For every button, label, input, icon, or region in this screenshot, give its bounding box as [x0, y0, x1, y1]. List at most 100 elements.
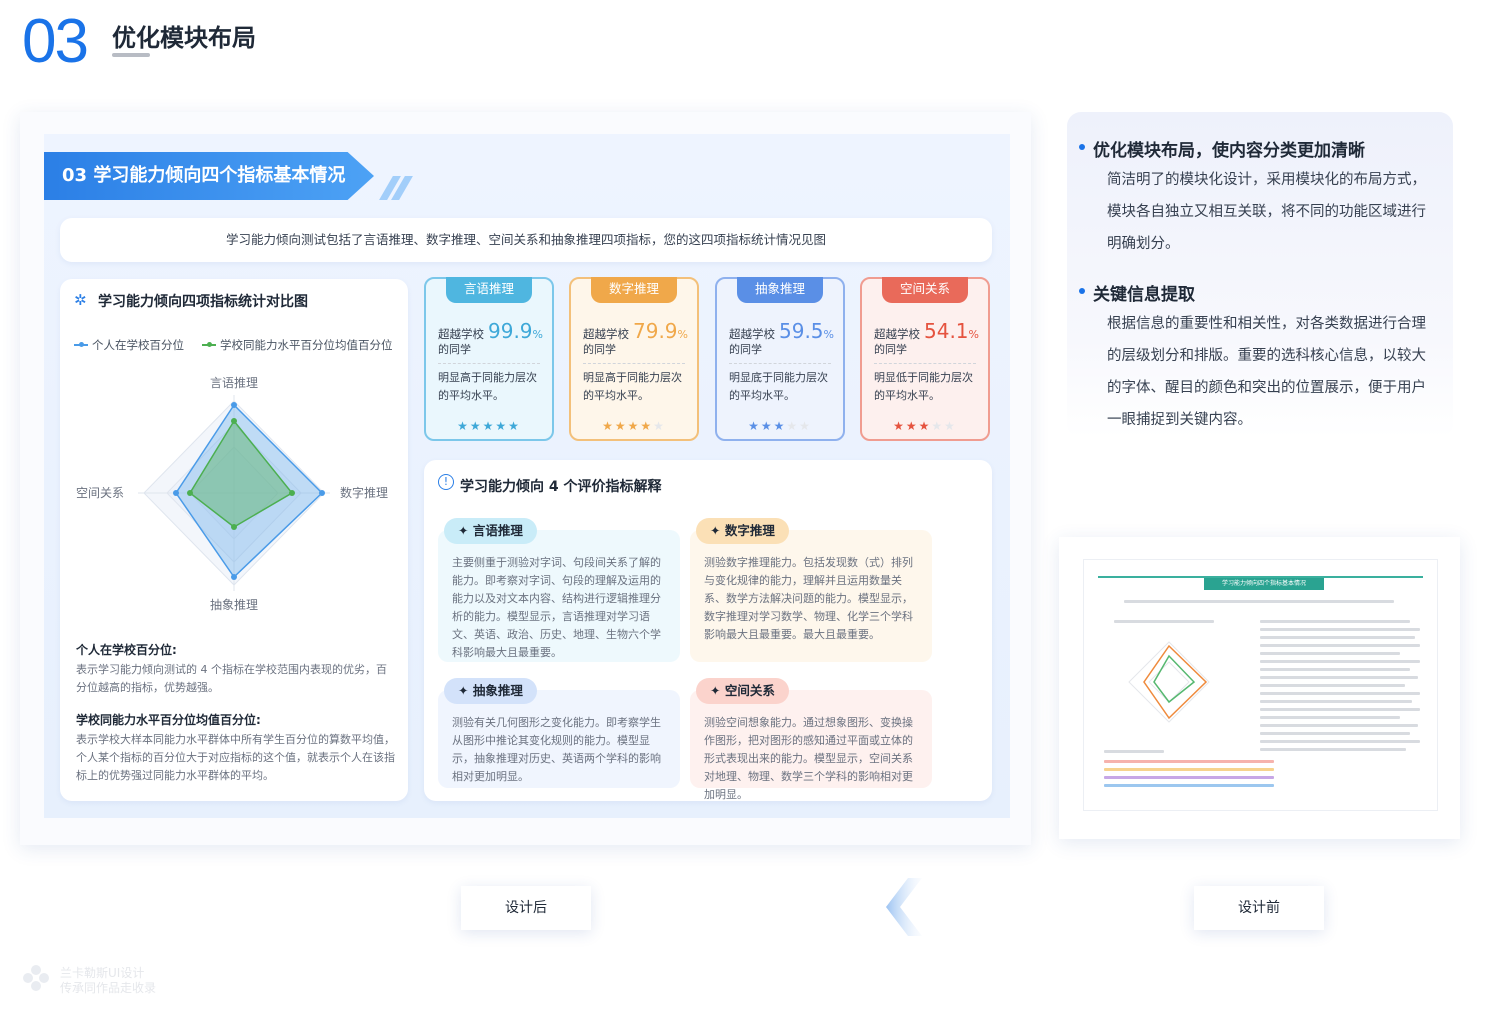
stat-desc: 明显底于同能力层次的平均水平。	[729, 371, 828, 402]
text-line	[1260, 748, 1406, 751]
star-rating: ★★★★★	[457, 419, 521, 433]
report-page: 03 学习能力倾向四个指标基本情况 学习能力倾向测试包括了言语推理、数字推理、空…	[44, 134, 1010, 818]
radar-grid	[1148, 661, 1190, 703]
radar-point	[289, 490, 295, 496]
explain-title: 学习能力倾向 4 个评价指标解释	[460, 479, 662, 495]
watermark-line: 传承同作品走收录	[60, 981, 157, 995]
text-line	[1260, 684, 1405, 687]
radar-axis-label: 言语推理	[210, 376, 258, 390]
text-line	[1104, 776, 1274, 779]
arrow-left-icon	[886, 878, 922, 936]
section-underline	[112, 53, 150, 57]
radar-point	[231, 418, 237, 424]
explain-tag: ✦ 空间关系	[696, 678, 789, 704]
explain-tag: ✦ 言语推理	[444, 518, 537, 544]
text-line	[1260, 620, 1410, 623]
stat-desc: 明显低于同能力层次的平均水平。	[874, 371, 973, 402]
bullet-text: 根据信息的重要性和相关性，对各类数据进行合理的层级划分和排版。重要的选科核心信息…	[1107, 316, 1426, 428]
stat-desc: 明显高于同能力层次的平均水平。	[438, 371, 537, 402]
explain-text: 测验空间想象能力。通过想象图形、变换操作图形，把对图形的感知通过平面或立体的形式…	[704, 716, 913, 801]
text-line	[1260, 676, 1418, 679]
star-rating: ★★★★★	[748, 419, 812, 433]
text-line	[1260, 716, 1400, 719]
report-banner: 03 学习能力倾向四个指标基本情况	[44, 152, 374, 200]
stat-sub: 的同学	[729, 343, 762, 356]
flower-logo-icon	[23, 965, 49, 991]
star-rating: ★★★★★	[893, 419, 957, 433]
radar-point	[187, 490, 193, 496]
stat-value: 54.1	[924, 319, 969, 343]
stat-tag: 数字推理	[591, 277, 677, 303]
compass-icon: ✲	[74, 291, 87, 309]
before-design-card: 学习能力倾向四个指标基本情况	[1059, 537, 1460, 839]
text-line	[1104, 750, 1164, 753]
desc-text: 表示学校大样本同能力水平群体中所有学生百分位的算数平均值，个人某个指标的百分位大…	[76, 733, 395, 782]
stat-card-abstract: 抽象推理 超越学校 59.5% 的同学 明显底于同能力层次的平均水平。 ★★★★★	[715, 277, 845, 441]
stat-school-line: 超越学校 59.5%	[729, 319, 834, 343]
stat-value: 99.9	[488, 319, 533, 343]
stat-sub: 的同学	[438, 343, 471, 356]
stat-sub: 的同学	[583, 343, 616, 356]
legend-label: 个人在学校百分位	[92, 338, 184, 352]
section-title: 优化模块布局	[112, 24, 256, 52]
before-title: 学习能力倾向四个指标基本情况	[1204, 578, 1324, 590]
stat-card-numerical: 数字推理 超越学校 79.9% 的同学 明显高于同能力层次的平均水平。 ★★★★★	[569, 277, 699, 441]
bullet-text: 简洁明了的模块化设计，采用模块化的布局方式，模块各自独立又相互关联，将不同的功能…	[1107, 172, 1426, 252]
explain-text: 主要侧重于测验对字词、句段间关系了解的能力。即考察对字词、句段的理解及运用的能力…	[452, 556, 661, 659]
explain-text: 测验有关几何图形之变化能力。即考察学生从图形中推论其变化规则的能力。模型显示，抽…	[452, 716, 661, 783]
text-line	[1104, 768, 1274, 771]
text-line	[1260, 708, 1420, 711]
stat-sub: 的同学	[874, 343, 907, 356]
explain-panel: ! 学习能力倾向 4 个评价指标解释 ✦ 言语推理 主要侧重于测验对字词、句段间…	[424, 460, 992, 801]
bullet-heading: 优化模块布局，使内容分类更加清晰	[1079, 136, 1365, 161]
text-line	[1260, 732, 1410, 735]
text-line	[1260, 644, 1420, 647]
desc-heading: 个人在学校百分位:	[76, 643, 177, 657]
stat-card-spatial: 空间关系 超越学校 54.1% 的同学 明显低于同能力层次的平均水平。 ★★★★★	[860, 277, 990, 441]
explain-text: 测验数字推理能力。包括发现数（式）排列与变化规律的能力，理解并且运用数量关系、数…	[704, 556, 913, 641]
radar-series	[1153, 654, 1196, 704]
text-line	[1260, 700, 1412, 703]
stat-card-verbal: 言语推理 超越学校 99.9% 的同学 明显高于同能力层次的平均水平。 ★★★★★	[424, 277, 554, 441]
watermark-text: 兰卡勒斯UI设计 传承同作品走收录	[60, 966, 190, 996]
radar-axis-label: 数字推理	[340, 485, 388, 500]
radar-legend: 个人在学校百分位 学校同能力水平百分位均值百分位	[74, 337, 393, 353]
radar-point	[231, 524, 237, 530]
stat-value: 79.9	[633, 319, 678, 343]
desc-heading: 学校同能力水平百分位均值百分位:	[76, 713, 261, 727]
radar-axis-label: 抽象推理	[210, 598, 258, 612]
before-report-thumbnail: 学习能力倾向四个指标基本情况	[1083, 559, 1438, 811]
radar-point	[173, 490, 179, 496]
stat-value: 59.5	[779, 319, 824, 343]
text-line	[1260, 652, 1400, 655]
divider	[729, 363, 831, 364]
bullet-heading: 关键信息提取	[1079, 280, 1195, 305]
text-line	[1260, 660, 1420, 663]
legend-label: 学校同能力水平百分位均值百分位	[220, 338, 393, 352]
intro-text: 学习能力倾向测试包括了言语推理、数字推理、空间关系和抽象推理四项指标，您的这四项…	[60, 218, 992, 262]
text-line	[1104, 784, 1274, 787]
desc-text: 表示学习能力倾向测试的 4 个指标在学校范围内表现的优劣，百分位越高的指标，优势…	[76, 663, 387, 694]
before-radar-chart	[1128, 641, 1210, 723]
radar-point	[231, 402, 237, 408]
text-line	[1124, 600, 1394, 603]
radar-title: 学习能力倾向四项指标统计对比图	[98, 294, 308, 310]
stat-desc: 明显高于同能力层次的平均水平。	[583, 371, 682, 402]
stat-school-line: 超越学校 99.9%	[438, 319, 543, 343]
stat-tag: 抽象推理	[737, 277, 823, 303]
legend-personal: 个人在学校百分位	[74, 337, 184, 353]
legend-school: 学校同能力水平百分位均值百分位	[202, 337, 393, 353]
text-line	[1260, 628, 1420, 631]
explain-numerical: ✦ 数字推理 测验数字推理能力。包括发现数（式）排列与变化规律的能力，理解并且运…	[690, 518, 932, 662]
explain-spatial: ✦ 空间关系 测验空间想象能力。通过想象图形、变换操作图形，把对图形的感知通过平…	[690, 678, 932, 801]
section-number: 03	[22, 7, 89, 76]
radar-grid	[1128, 641, 1210, 723]
after-label: 设计后	[461, 886, 591, 930]
watermark-line: 兰卡勒斯UI设计	[60, 966, 145, 980]
divider	[874, 363, 976, 364]
text-line	[1260, 668, 1410, 671]
stat-school-line: 超越学校 54.1%	[874, 319, 979, 343]
divider	[438, 363, 540, 364]
explain-tag: ✦ 抽象推理	[444, 678, 537, 704]
explain-verbal: ✦ 言语推理 主要侧重于测验对字词、句段间关系了解的能力。即考察对字词、句段的理…	[438, 518, 680, 662]
